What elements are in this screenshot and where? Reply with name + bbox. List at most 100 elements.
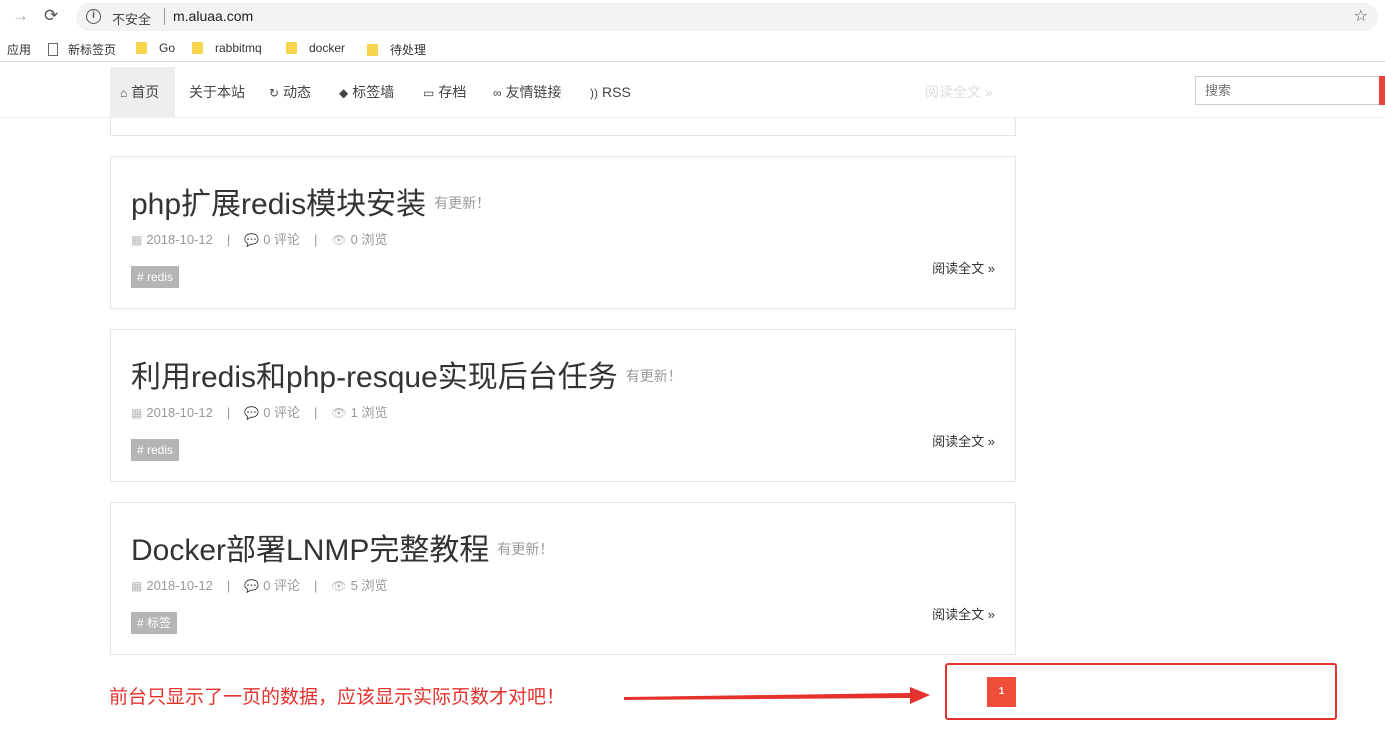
update-badge: 有更新！ <box>497 541 554 557</box>
nav-activity[interactable]: ↻ 动态 <box>269 67 311 117</box>
nav-archive[interactable]: ▭ 存档 <box>423 67 466 117</box>
post-comments: 0 评论 <box>263 232 301 247</box>
nav-label: 存档 <box>438 84 467 100</box>
address-bar[interactable]: i 不安全 m.aluaa.com ☆ <box>76 3 1378 31</box>
post-tag[interactable]: # redis <box>131 439 180 461</box>
page-icon <box>48 43 58 56</box>
search-input[interactable] <box>1195 76 1381 105</box>
nav-label: 动态 <box>283 84 312 100</box>
post-title[interactable]: Docker部署LNMP完整教程 有更新！ <box>131 525 553 569</box>
read-more-link[interactable]: 阅读全文 » <box>932 431 995 450</box>
post-date: 2018-10-12 <box>146 405 213 420</box>
meta-divider: | <box>226 232 231 247</box>
comments-icon: 💬 <box>244 579 260 593</box>
post-title-text[interactable]: php扩展redis模块安装 <box>131 188 426 221</box>
calendar-icon: ▦ <box>131 406 143 420</box>
home-icon: ⌂ <box>120 86 128 100</box>
nav-rss[interactable]: )) RSS <box>590 67 631 117</box>
bookmark-label: Go <box>159 41 176 55</box>
calendar-icon: ▦ <box>131 579 143 593</box>
post-card: php扩展redis模块安装 有更新！ ▦ 2018-10-12 | 💬 0 评论 | 👁 0 … <box>110 156 1016 309</box>
post-card: Docker部署LNMP完整教程 有更新！ ▦ 2018-10-12 | 💬 0 评论 | 👁… <box>110 502 1016 655</box>
meta-divider: | <box>226 578 231 593</box>
rss-icon: )) <box>590 86 598 100</box>
bookmark-docker[interactable]: docker <box>286 41 345 55</box>
back-arrow-icon[interactable]: → <box>12 6 32 26</box>
post-date: 2018-10-12 <box>146 578 213 593</box>
refresh-icon: ↻ <box>269 86 280 100</box>
nav-label: 标签墙 <box>352 84 395 100</box>
bookmark-apps[interactable]: 应用 <box>7 41 31 58</box>
post-views: 5 浏览 <box>350 578 388 593</box>
bookmark-label: 应用 <box>7 43 32 57</box>
reload-icon[interactable]: ⟳ <box>44 6 64 26</box>
post-date: 2018-10-12 <box>146 232 213 247</box>
bookmark-go[interactable]: Go <box>136 41 175 55</box>
folder-icon <box>367 44 378 56</box>
address-separator <box>164 8 165 25</box>
bookmarks-bar: 应用 新标签页 Go rabbitmq docker 待处理 <box>0 36 1385 62</box>
bookmark-label: 新标签页 <box>68 43 117 57</box>
tags-icon: ◆ <box>339 86 349 100</box>
annotation-arrow <box>624 687 930 704</box>
post-meta: ▦ 2018-10-12 | 💬 0 评论 | 👁 0 浏览 <box>131 229 388 248</box>
post-meta: ▦ 2018-10-12 | 💬 0 评论 | 👁 1 浏览 <box>131 402 388 421</box>
nav-about[interactable]: 关于本站 <box>189 67 245 117</box>
eye-icon: 👁 <box>331 406 347 420</box>
comments-icon: 💬 <box>244 233 260 247</box>
url-text[interactable]: m.aluaa.com <box>173 8 253 24</box>
post-title[interactable]: 利用redis和php-resque实现后台任务 有更新！ <box>131 352 682 396</box>
bookmark-label: 待处理 <box>390 43 427 57</box>
eye-icon: 👁 <box>331 233 347 247</box>
update-badge: 有更新！ <box>625 368 682 384</box>
post-views: 0 浏览 <box>350 232 388 247</box>
meta-divider: | <box>314 405 318 420</box>
folder-icon <box>136 42 147 54</box>
bookmark-label: docker <box>309 41 346 55</box>
annotation-note: 前台只显示了一页的数据，应该显示实际页数才对吧！ <box>109 687 566 708</box>
nav-label: 友情链接 <box>505 84 562 100</box>
nav-tag-wall[interactable]: ◆ 标签墙 <box>339 67 394 117</box>
annotation-arrow-shape <box>624 687 930 704</box>
bookmark-pending[interactable]: 待处理 <box>367 41 426 58</box>
calendar-icon: ▦ <box>131 233 143 247</box>
insecure-label: 不安全 <box>112 12 152 27</box>
bookmark-rabbitmq[interactable]: rabbitmq <box>192 41 262 55</box>
post-meta: ▦ 2018-10-12 | 💬 0 评论 | 👁 5 浏览 <box>131 575 388 594</box>
post-tag[interactable]: # 标签 <box>131 612 178 634</box>
nav-label: 关于本站 <box>189 84 245 100</box>
folder-icon <box>286 42 297 54</box>
search-button[interactable] <box>1379 76 1385 105</box>
nav-label: RSS <box>602 84 631 100</box>
meta-divider: | <box>314 578 318 593</box>
read-more-link-behind: 阅读全文 » <box>925 84 993 100</box>
post-comments: 0 评论 <box>263 405 301 420</box>
post-card: 利用redis和php-resque实现后台任务 有更新！ ▦ 2018-10-12… <box>110 329 1016 482</box>
meta-divider: | <box>314 232 318 247</box>
update-badge: 有更新！ <box>434 195 491 211</box>
bookmark-new-tab[interactable]: 新标签页 <box>48 41 116 58</box>
bookmark-star-icon[interactable]: ☆ <box>1354 6 1368 26</box>
post-views: 1 浏览 <box>350 405 388 420</box>
browser-toolbar: → ⟳ i 不安全 m.aluaa.com ☆ <box>0 0 1385 34</box>
nav-home[interactable]: ⌂ 首页 <box>110 67 175 117</box>
read-more-link[interactable]: 阅读全文 » <box>932 258 995 277</box>
post-title[interactable]: php扩展redis模块安装 有更新！ <box>131 179 490 223</box>
meta-divider: | <box>226 405 231 420</box>
inbox-icon: ▭ <box>423 86 435 100</box>
site-navbar: ⌂ 首页 关于本站 ↻ 动态 ◆ 标签墙 ▭ 存档 ∞ 友情链接 )) RSS 阅读全文 » <box>0 67 1385 118</box>
pagination-page-button[interactable]: 1 <box>987 677 1016 707</box>
read-more-link[interactable]: 阅读全文 » <box>932 604 995 623</box>
comments-icon: 💬 <box>244 406 260 420</box>
link-icon: ∞ <box>493 86 502 100</box>
post-title-text[interactable]: Docker部署LNMP完整教程 <box>131 534 489 567</box>
post-comments: 0 评论 <box>263 578 301 593</box>
folder-icon <box>192 42 203 54</box>
info-icon[interactable]: i <box>86 9 101 24</box>
post-tag[interactable]: # redis <box>131 266 180 288</box>
post-title-text[interactable]: 利用redis和php-resque实现后台任务 <box>131 361 618 394</box>
nav-label: 首页 <box>131 84 160 100</box>
nav-links[interactable]: ∞ 友情链接 <box>493 67 562 117</box>
eye-icon: 👁 <box>331 579 347 593</box>
bookmark-label: rabbitmq <box>215 41 262 55</box>
